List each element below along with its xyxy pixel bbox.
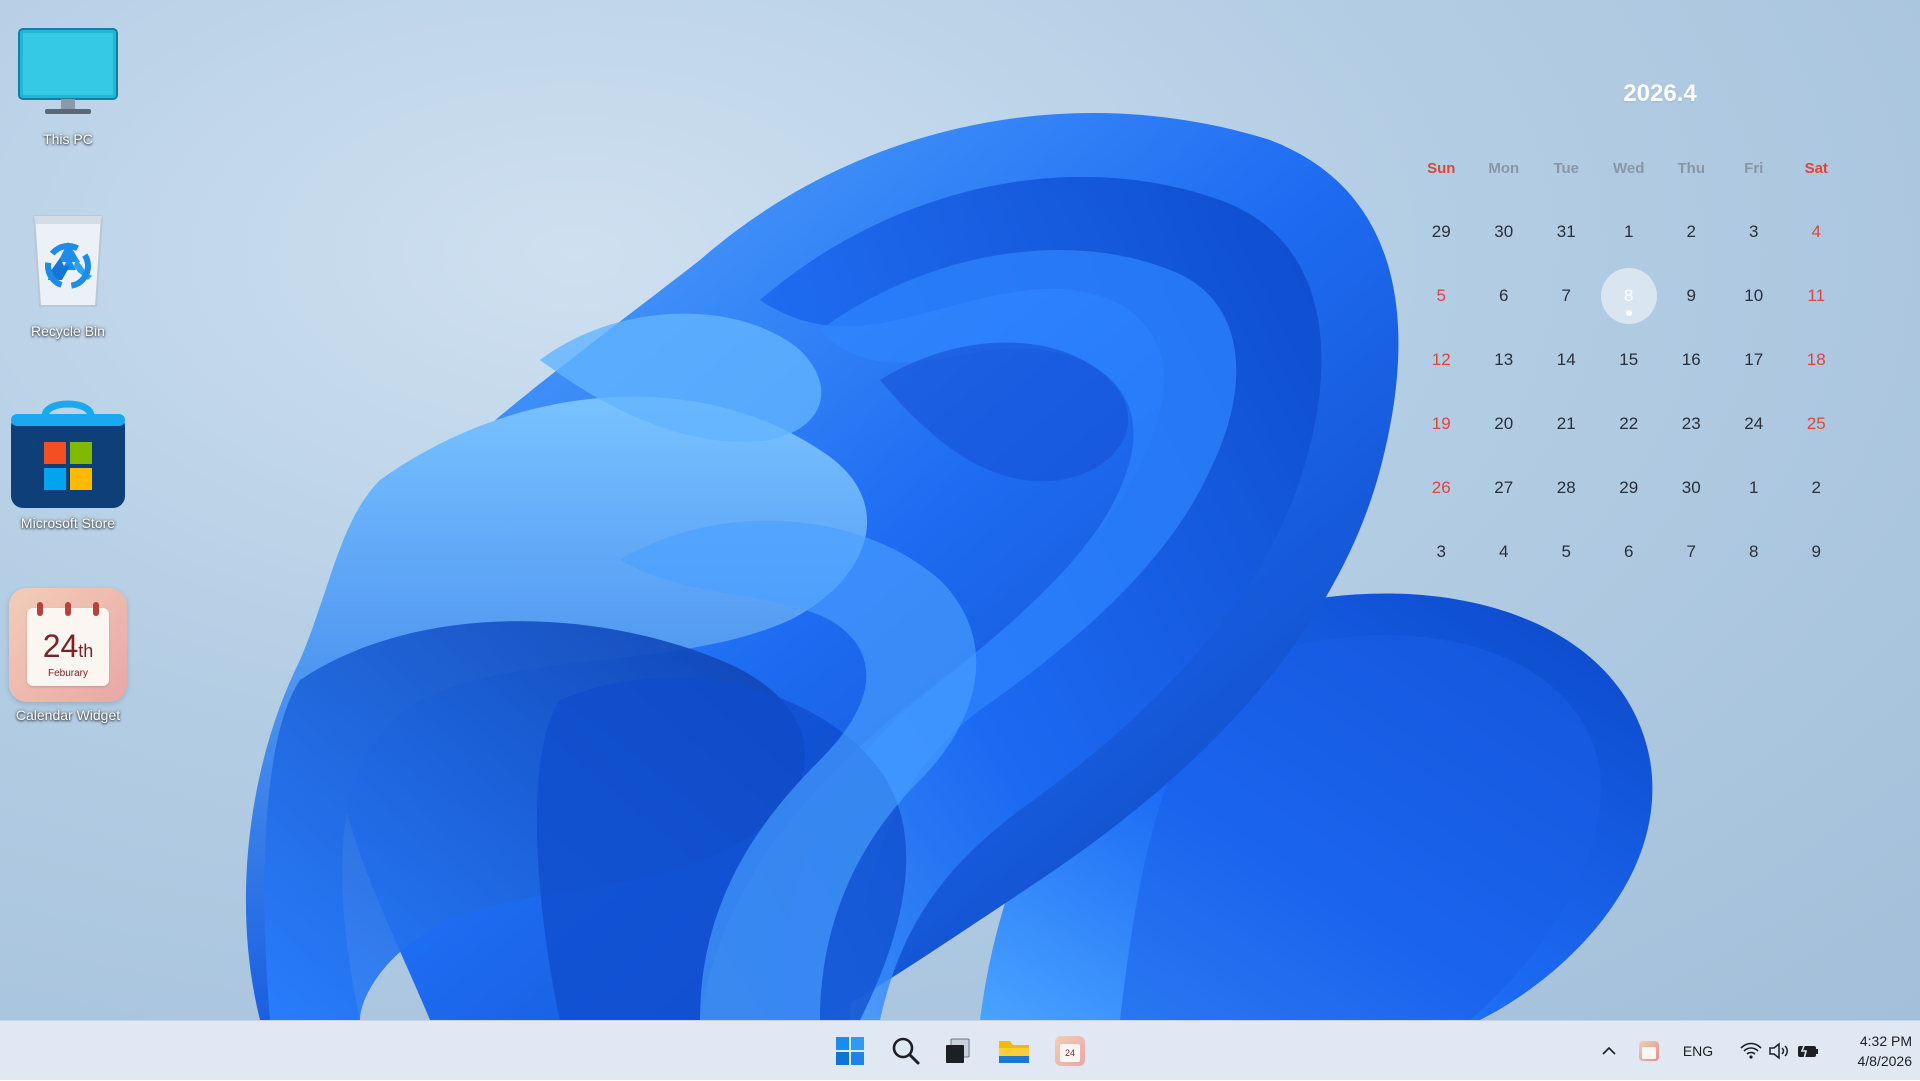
calendar-day[interactable]: 21	[1535, 400, 1598, 448]
calendar-day[interactable]: 5	[1535, 528, 1598, 576]
task-view-button[interactable]	[934, 1027, 982, 1075]
calendar-day[interactable]: 31	[1535, 208, 1598, 256]
calendar-day[interactable]: 30	[1660, 464, 1723, 512]
tray-calendar-widget[interactable]	[1634, 1021, 1664, 1081]
calendar-day[interactable]: 1	[1723, 464, 1786, 512]
calendar-widget-icon: 24	[1055, 1036, 1085, 1066]
calendar-day[interactable]: 7	[1535, 272, 1598, 320]
file-explorer-button[interactable]	[990, 1027, 1038, 1075]
calendar-day[interactable]: 2	[1785, 464, 1848, 512]
wifi-icon	[1740, 1042, 1762, 1059]
clock-time: 4:32 PM	[1859, 1033, 1912, 1049]
calendar-day[interactable]: 27	[1473, 464, 1536, 512]
folder-icon	[999, 1041, 1029, 1063]
calendar-day[interactable]: 9	[1785, 528, 1848, 576]
windows-logo-icon	[836, 1037, 864, 1065]
search-button[interactable]	[882, 1027, 930, 1075]
taskbar: 24 ENG 4:32 PM 4/8/2026	[0, 1020, 1920, 1080]
desktop-icon-label: This PC	[43, 131, 93, 147]
calendar-day[interactable]: 2	[1660, 208, 1723, 256]
store-bag-icon	[11, 400, 125, 508]
calendar-widget-day-suffix: th	[78, 641, 94, 661]
chevron-up-icon	[1602, 1046, 1616, 1055]
calendar-week-row: 26 27 28 29 30 1 2	[1410, 464, 1910, 512]
calendar-widget-day: 24	[42, 628, 79, 664]
weekday-wed: Wed	[1613, 159, 1645, 177]
weekday-sun: Sun	[1427, 159, 1456, 177]
calendar-day[interactable]: 29	[1598, 464, 1661, 512]
today-dot	[1625, 310, 1632, 316]
weekday-mon: Mon	[1488, 159, 1520, 177]
calendar-widget-taskbar-badge: 24	[1060, 1044, 1080, 1062]
calendar-day[interactable]: 29	[1410, 208, 1473, 256]
weekday-sat: Sat	[1804, 159, 1828, 177]
calendar-week-row: 12 13 14 15 16 17 18	[1410, 336, 1910, 384]
calendar-day[interactable]: 9	[1660, 272, 1723, 320]
calendar-day[interactable]: 30	[1473, 208, 1536, 256]
desktop-icon-label: Microsoft Store	[20, 515, 116, 531]
calendar-day[interactable]: 23	[1660, 400, 1723, 448]
calendar-day[interactable]: 12	[1410, 336, 1473, 384]
monitor-icon	[18, 28, 118, 114]
calendar-day[interactable]: 17	[1723, 336, 1786, 384]
calendar-week-row: 29 30 31 1 2 3 4	[1410, 208, 1910, 256]
weekday-tue: Tue	[1553, 159, 1580, 177]
weekday-thu: Thu	[1677, 159, 1706, 177]
calendar-widget-taskbar-button[interactable]: 24	[1046, 1027, 1094, 1075]
calendar-day[interactable]: 18	[1785, 336, 1848, 384]
recycle-bin-icon	[32, 215, 104, 307]
calendar-day[interactable]: 6	[1598, 528, 1661, 576]
language-indicator[interactable]: ENG	[1676, 1021, 1720, 1081]
calendar-week-row: 3 4 5 6 7 8 9	[1410, 528, 1910, 576]
calendar-day[interactable]: 22	[1598, 400, 1661, 448]
calendar-day[interactable]: 7	[1660, 528, 1723, 576]
desktop-icon-this-pc[interactable]: This PC	[4, 10, 132, 148]
desktop-icon-recycle-bin[interactable]: Recycle Bin	[4, 202, 132, 340]
calendar-day[interactable]: 4	[1785, 208, 1848, 256]
calendar-day[interactable]: 5	[1410, 272, 1473, 320]
calendar-widget-icon	[1639, 1041, 1659, 1061]
calendar-day[interactable]: 11	[1785, 272, 1848, 320]
calendar-weekday-header: Sun Mon Tue Wed Thu Fri Sat	[1410, 144, 1910, 192]
clock-date: 4/8/2026	[1857, 1053, 1913, 1069]
start-button[interactable]	[826, 1027, 874, 1075]
calendar-widget-month: Feburary	[47, 668, 88, 679]
calendar-day[interactable]: 3	[1410, 528, 1473, 576]
task-view-icon	[946, 1038, 970, 1063]
desktop-icon-label: Calendar Widget	[15, 707, 121, 723]
calendar-day[interactable]: 16	[1660, 336, 1723, 384]
calendar-day[interactable]: 20	[1473, 400, 1536, 448]
calendar-day[interactable]: 15	[1598, 336, 1661, 384]
calendar-day[interactable]: 26	[1410, 464, 1473, 512]
calendar-day[interactable]: 8	[1723, 528, 1786, 576]
calendar-week-row: 19 20 21 22 23 24 25	[1410, 400, 1910, 448]
battery-charging-icon	[1798, 1042, 1818, 1060]
calendar-day[interactable]: 19	[1410, 400, 1473, 448]
calendar-day[interactable]: 4	[1473, 528, 1536, 576]
desktop-icon-label: Recycle Bin	[31, 323, 105, 339]
calendar-widget-icon: 24th Feburary	[9, 588, 127, 702]
calendar-day[interactable]: 28	[1535, 464, 1598, 512]
desktop-icon-microsoft-store[interactable]: Microsoft Store	[4, 394, 132, 532]
desktop: This PC Recycle Bin Microsoft Store 24th…	[0, 0, 1920, 1020]
calendar-day-today[interactable]: 8	[1598, 268, 1661, 324]
calendar-widget: 2026.4 Sun Mon Tue Wed Thu Fri Sat 29 30…	[1410, 70, 1910, 590]
clock[interactable]: 4:32 PM 4/8/2026	[1822, 1031, 1913, 1071]
calendar-week-row: 5 6 7 8 9 10 11	[1410, 268, 1910, 324]
calendar-day[interactable]: 10	[1723, 272, 1786, 320]
calendar-day[interactable]: 13	[1473, 336, 1536, 384]
calendar-day[interactable]: 3	[1723, 208, 1786, 256]
calendar-day[interactable]: 14	[1535, 336, 1598, 384]
calendar-day[interactable]: 24	[1723, 400, 1786, 448]
quick-settings-button[interactable]	[1730, 1021, 1830, 1081]
calendar-day[interactable]: 6	[1473, 272, 1536, 320]
volume-icon	[1769, 1042, 1788, 1060]
show-hidden-icons-button[interactable]	[1594, 1021, 1624, 1081]
calendar-day[interactable]: 1	[1598, 208, 1661, 256]
weekday-fri: Fri	[1744, 159, 1764, 177]
calendar-day[interactable]: 25	[1785, 400, 1848, 448]
desktop-icon-calendar-widget[interactable]: 24th Feburary Calendar Widget	[4, 586, 132, 724]
search-icon	[892, 1037, 920, 1065]
calendar-month-title: 2026.4	[1623, 80, 1697, 107]
